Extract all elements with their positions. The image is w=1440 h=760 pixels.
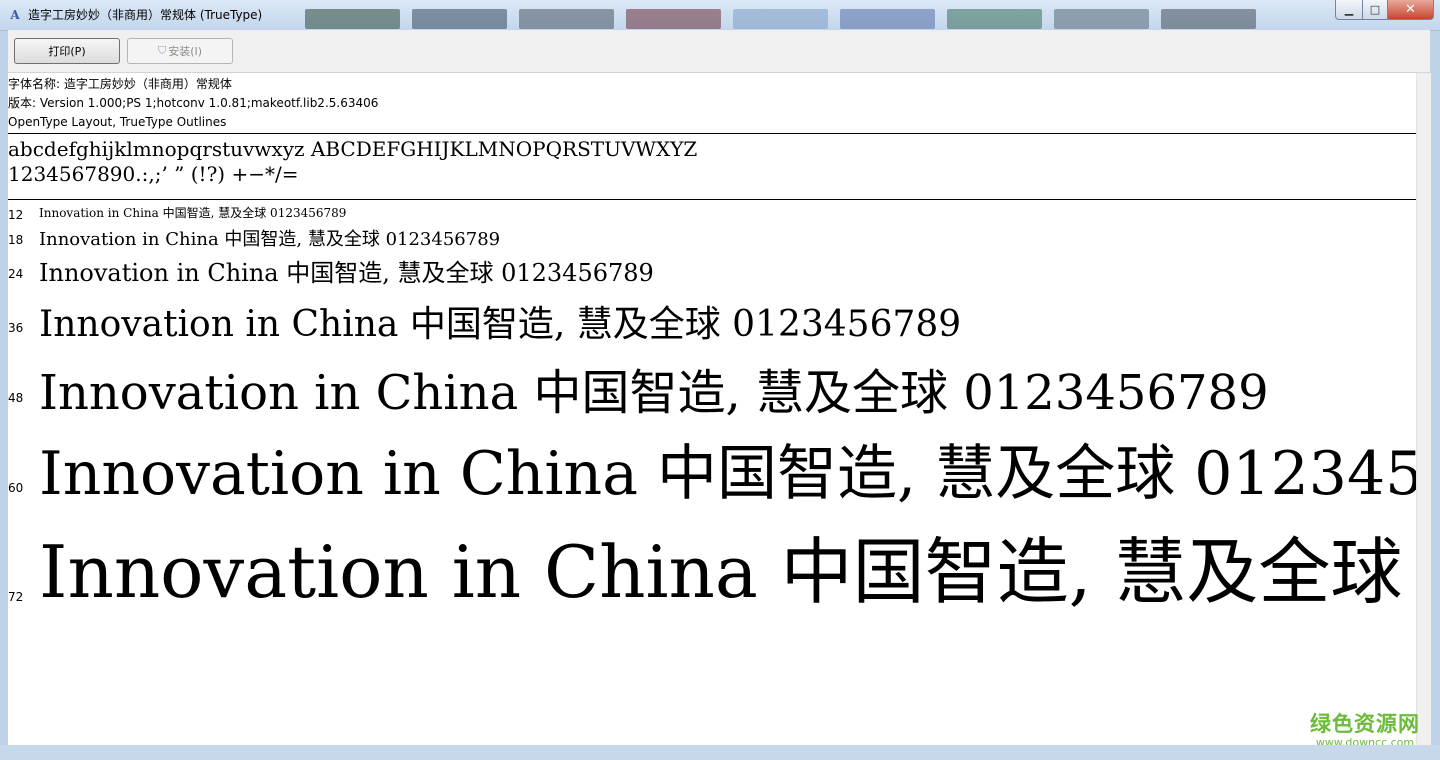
font-name-line: 字体名称: 造字工房妙妙（非商用）常规体 <box>8 77 232 91</box>
close-icon: ✕ <box>1405 2 1416 17</box>
sample-text: Innovation in China 中国智造, 慧及全球 012345678… <box>39 530 1416 614</box>
font-preview-pane[interactable]: 字体名称: 造字工房妙妙（非商用）常规体 版本: Version 1.000;P… <box>8 73 1416 745</box>
print-button[interactable]: 打印(P) <box>14 38 120 64</box>
minimize-button[interactable]: ▁ <box>1335 0 1363 20</box>
maximize-icon: □ <box>1369 3 1381 16</box>
size-label: 36 <box>8 321 24 335</box>
size-label: 12 <box>8 208 24 222</box>
size-label: 18 <box>8 233 24 247</box>
shield-icon: ⛉ <box>157 44 167 57</box>
toolbar: 打印(P) ⛉ 安装(I) <box>8 30 1430 73</box>
window-title: 造字工房妙妙（非商用）常规体 (TrueType) <box>28 8 263 22</box>
watermark-title: 绿色资源网 <box>1310 712 1420 736</box>
sample-text: Innovation in China 中国智造, 慧及全球 012345678… <box>39 304 962 345</box>
sample-text: Innovation in China 中国智造, 慧及全球 012345678… <box>39 365 1269 421</box>
font-version-line: 版本: Version 1.000;PS 1;hotconv 1.0.81;ma… <box>8 96 379 110</box>
size-label: 72 <box>8 590 24 604</box>
install-button[interactable]: ⛉ 安装(I) <box>127 38 233 64</box>
window-bottom-border <box>0 745 1440 760</box>
sample-text: Innovation in China 中国智造, 慧及全球 012345678… <box>39 439 1416 509</box>
watermark-logo: 绿色资源网 www.downcc.com <box>1310 708 1420 749</box>
window-controls: ▁ □ ✕ <box>1335 0 1434 20</box>
install-button-label: 安装(I) <box>168 45 203 58</box>
font-app-icon: A <box>10 8 20 22</box>
charset-letters: abcdefghijklmnopqrstuvwxyz ABCDEFGHIJKLM… <box>8 137 698 161</box>
divider <box>8 199 1416 200</box>
vertical-scrollbar[interactable] <box>1416 73 1431 745</box>
close-button[interactable]: ✕ <box>1388 0 1434 20</box>
print-button-label: 打印(P) <box>48 45 86 58</box>
charset-digits: 1234567890.:,;’ ” (!?) +−*/= <box>8 162 299 186</box>
sample-text: Innovation in China 中国智造, 慧及全球 012345678… <box>39 206 347 220</box>
title-bar[interactable]: A 造字工房妙妙（非商用）常规体 (TrueType) ▁ □ ✕ <box>0 0 1440 31</box>
minimize-icon: ▁ <box>1344 3 1354 16</box>
font-type-line: OpenType Layout, TrueType Outlines <box>8 115 227 129</box>
divider <box>8 133 1416 134</box>
sample-text: Innovation in China 中国智造, 慧及全球 012345678… <box>39 229 501 250</box>
font-info: 字体名称: 造字工房妙妙（非商用）常规体 版本: Version 1.000;P… <box>8 75 378 132</box>
size-label: 48 <box>8 391 24 405</box>
size-label: 24 <box>8 267 24 281</box>
size-label: 60 <box>8 481 24 495</box>
sample-text: Innovation in China 中国智造, 慧及全球 012345678… <box>39 259 654 287</box>
maximize-button[interactable]: □ <box>1363 0 1388 20</box>
charset-preview: abcdefghijklmnopqrstuvwxyz ABCDEFGHIJKLM… <box>8 137 697 187</box>
